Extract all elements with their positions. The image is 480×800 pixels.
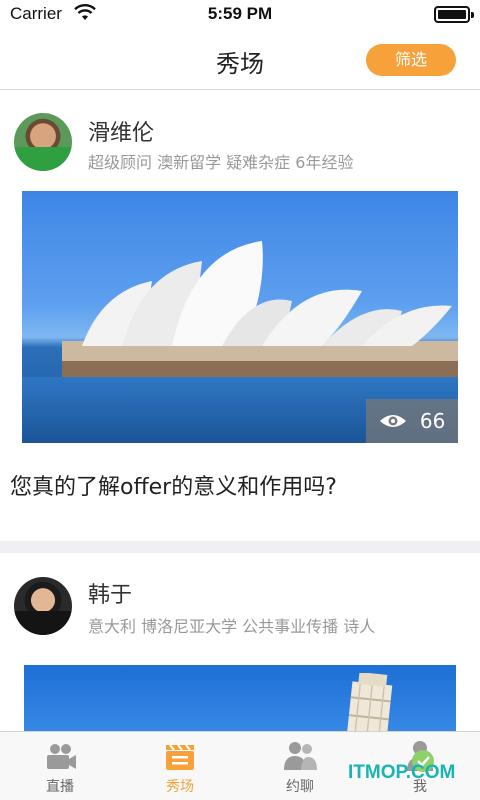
nav-bar: 秀场 筛选 bbox=[0, 30, 480, 90]
post-card[interactable]: 滑维伦 超级顾问 澳新留学 疑难杂症 6年经验 66 您真的了解offer的意义… bbox=[0, 91, 480, 541]
post-image[interactable]: 66 bbox=[22, 191, 458, 443]
author-avatar[interactable] bbox=[14, 577, 72, 635]
tab-show[interactable]: 秀场 bbox=[120, 732, 240, 800]
divider bbox=[0, 541, 480, 553]
views-count: 66 bbox=[419, 409, 446, 433]
tab-label: 直播 bbox=[46, 779, 74, 795]
status-bar: Carrier 5:59 PM bbox=[0, 0, 480, 30]
author-tags: 意大利 博洛尼亚大学 公共事业传播 诗人 bbox=[88, 617, 376, 636]
filter-button[interactable]: 筛选 bbox=[366, 44, 456, 76]
author-avatar[interactable] bbox=[14, 113, 72, 171]
tab-chat[interactable]: 约聊 bbox=[240, 732, 360, 800]
feed-list[interactable]: 滑维伦 超级顾问 澳新留学 疑难杂症 6年经验 66 您真的了解offer的意义… bbox=[0, 91, 480, 731]
video-camera-icon bbox=[47, 744, 76, 769]
battery-icon bbox=[434, 6, 474, 23]
clock: 5:59 PM bbox=[207, 4, 273, 23]
tab-label: 秀场 bbox=[166, 779, 194, 795]
people-icon bbox=[284, 742, 317, 770]
views-badge: 66 bbox=[366, 399, 458, 443]
eye-icon bbox=[379, 415, 406, 427]
author-tags: 超级顾问 澳新留学 疑难杂症 6年经验 bbox=[88, 153, 354, 172]
author-name: 韩于 bbox=[88, 583, 133, 608]
tab-label: 约聊 bbox=[286, 779, 314, 795]
watermark: ITMOP.COM bbox=[348, 762, 456, 783]
post-card[interactable]: 韩于 意大利 博洛尼亚大学 公共事业传播 诗人 bbox=[0, 553, 480, 731]
tab-live[interactable]: 直播 bbox=[0, 732, 120, 800]
leaning-tower-of-pisa-photo bbox=[344, 673, 393, 731]
post-image[interactable] bbox=[24, 665, 456, 731]
sydney-opera-house-photo bbox=[62, 241, 458, 381]
author-name: 滑维伦 bbox=[88, 121, 155, 146]
clapperboard-icon bbox=[166, 744, 194, 770]
post-title[interactable]: 您真的了解offer的意义和作用吗? bbox=[10, 469, 337, 501]
